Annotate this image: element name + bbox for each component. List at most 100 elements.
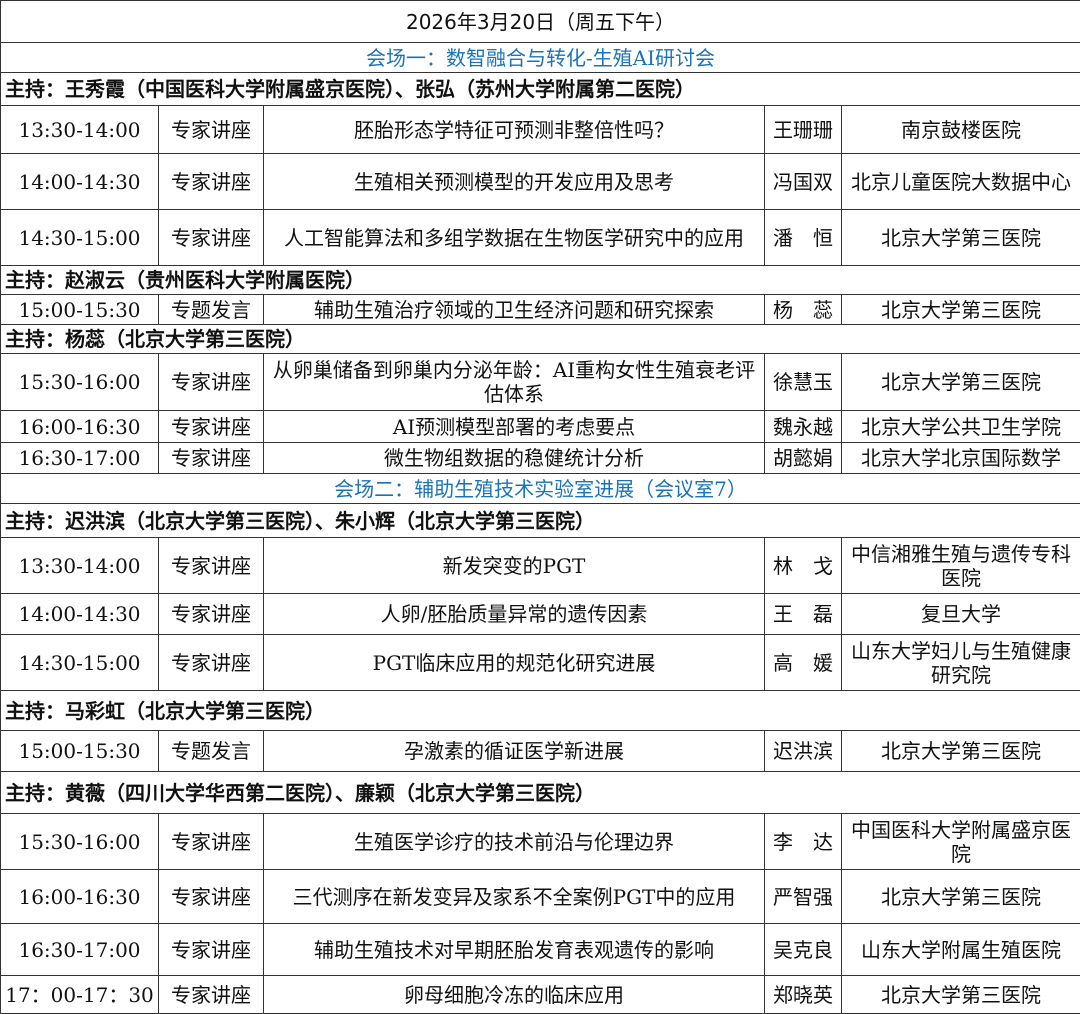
session-type: 专家讲座 bbox=[159, 154, 264, 210]
venue-row: 会场一：数智融合与转化-生殖AI研讨会 bbox=[1, 43, 1080, 73]
speaker-institution: 北京大学第三医院 bbox=[842, 870, 1080, 924]
talk-topic: 胚胎形态学特征可预测非整倍性吗？ bbox=[264, 106, 765, 154]
talk-topic: 生殖相关预测模型的开发应用及思考 bbox=[264, 154, 765, 210]
talk-topic: 辅助生殖技术对早期胚胎发育表观遗传的影响 bbox=[264, 924, 765, 976]
session-type: 专家讲座 bbox=[159, 443, 264, 474]
session-host: 主持：杨蕊（北京大学第三医院） bbox=[1, 325, 1080, 354]
speaker-institution: 北京大学第三医院 bbox=[842, 731, 1080, 772]
talk-topic: 新发突变的PGT bbox=[264, 538, 765, 594]
schedule-table: 2026年3月20日（周五下午） 会场一：数智融合与转化-生殖AI研讨会主持：王… bbox=[0, 0, 1080, 1014]
talk-topic: 人工智能算法和多组学数据在生物医学研究中的应用 bbox=[264, 210, 765, 266]
talk-topic: 孕激素的循证医学新进展 bbox=[264, 731, 765, 772]
speaker-name: 徐慧玉 bbox=[765, 354, 842, 411]
session-time: 14:00-14:30 bbox=[1, 154, 159, 210]
speaker-name: 冯国双 bbox=[765, 154, 842, 210]
table-row: 14:30-15:00专家讲座PGT临床应用的规范化研究进展高 媛山东大学妇儿与… bbox=[1, 635, 1080, 691]
table-row: 13:30-14:00专家讲座新发突变的PGT林 戈中信湘雅生殖与遗传专科医院 bbox=[1, 538, 1080, 594]
speaker-institution: 北京大学北京国际数学 bbox=[842, 443, 1080, 474]
speaker-name: 潘 恒 bbox=[765, 210, 842, 266]
session-type: 专家讲座 bbox=[159, 814, 264, 870]
session-time: 15:30-16:00 bbox=[1, 814, 159, 870]
speaker-institution: 山东大学附属生殖医院 bbox=[842, 924, 1080, 976]
session-time: 16:00-16:30 bbox=[1, 411, 159, 443]
date-row: 2026年3月20日（周五下午） bbox=[1, 1, 1080, 43]
session-time: 15:00-15:30 bbox=[1, 731, 159, 772]
table-row: 15:30-16:00专家讲座从卵巢储备到卵巢内分泌年龄：AI重构女性生殖衰老评… bbox=[1, 354, 1080, 411]
session-host: 主持：王秀霞（中国医科大学附属盛京医院）、张弘（苏州大学附属第二医院） bbox=[1, 73, 1080, 106]
session-time: 14:00-14:30 bbox=[1, 594, 159, 635]
session-time: 15:00-15:30 bbox=[1, 295, 159, 325]
session-time: 13:30-14:00 bbox=[1, 538, 159, 594]
session-host: 主持：马彩虹（北京大学第三医院） bbox=[1, 691, 1080, 731]
speaker-institution: 南京鼓楼医院 bbox=[842, 106, 1080, 154]
session-type: 专家讲座 bbox=[159, 635, 264, 691]
talk-topic: 微生物组数据的稳健统计分析 bbox=[264, 443, 765, 474]
speaker-name: 郑晓英 bbox=[765, 976, 842, 1014]
table-row: 15:00-15:30专题发言孕激素的循证医学新进展迟洪滨北京大学第三医院 bbox=[1, 731, 1080, 772]
table-row: 16:30-17:00专家讲座微生物组数据的稳健统计分析胡懿娟北京大学北京国际数… bbox=[1, 443, 1080, 474]
speaker-name: 吴克良 bbox=[765, 924, 842, 976]
session-type: 专家讲座 bbox=[159, 106, 264, 154]
venue-title: 会场一：数智融合与转化-生殖AI研讨会 bbox=[1, 43, 1080, 73]
session-type: 专家讲座 bbox=[159, 411, 264, 443]
speaker-name: 迟洪滨 bbox=[765, 731, 842, 772]
table-row: 15:30-16:00专家讲座生殖医学诊疗的技术前沿与伦理边界李 达中国医科大学… bbox=[1, 814, 1080, 870]
talk-topic: 生殖医学诊疗的技术前沿与伦理边界 bbox=[264, 814, 765, 870]
table-row: 15:00-15:30专题发言辅助生殖治疗领域的卫生经济问题和研究探索杨 蕊北京… bbox=[1, 295, 1080, 325]
talk-topic: 从卵巢储备到卵巢内分泌年龄：AI重构女性生殖衰老评估体系 bbox=[264, 354, 765, 411]
session-time: 17：00-17：30 bbox=[1, 976, 159, 1014]
speaker-name: 李 达 bbox=[765, 814, 842, 870]
session-time: 13:30-14:00 bbox=[1, 106, 159, 154]
table-row: 14:30-15:00专家讲座人工智能算法和多组学数据在生物医学研究中的应用潘 … bbox=[1, 210, 1080, 266]
host-row: 主持：马彩虹（北京大学第三医院） bbox=[1, 691, 1080, 731]
session-type: 专家讲座 bbox=[159, 976, 264, 1014]
host-row: 主持：杨蕊（北京大学第三医院） bbox=[1, 325, 1080, 354]
session-type: 专家讲座 bbox=[159, 210, 264, 266]
session-type: 专家讲座 bbox=[159, 924, 264, 976]
speaker-name: 王珊珊 bbox=[765, 106, 842, 154]
talk-topic: PGT临床应用的规范化研究进展 bbox=[264, 635, 765, 691]
table-row: 13:30-14:00专家讲座胚胎形态学特征可预测非整倍性吗？王珊珊南京鼓楼医院 bbox=[1, 106, 1080, 154]
talk-topic: 人卵/胚胎质量异常的遗传因素 bbox=[264, 594, 765, 635]
host-row: 主持：迟洪滨（北京大学第三医院）、朱小辉（北京大学第三医院） bbox=[1, 504, 1080, 538]
date-header: 2026年3月20日（周五下午） bbox=[1, 1, 1080, 43]
session-time: 16:00-16:30 bbox=[1, 870, 159, 924]
talk-topic: 三代测序在新发变异及家系不全案例PGT中的应用 bbox=[264, 870, 765, 924]
speaker-institution: 北京儿童医院大数据中心 bbox=[842, 154, 1080, 210]
session-host: 主持：黄薇（四川大学华西第二医院）、廉颖（北京大学第三医院） bbox=[1, 772, 1080, 814]
host-row: 主持：赵淑云（贵州医科大学附属医院） bbox=[1, 266, 1080, 295]
speaker-institution: 复旦大学 bbox=[842, 594, 1080, 635]
table-row: 14:00-14:30专家讲座人卵/胚胎质量异常的遗传因素王 磊复旦大学 bbox=[1, 594, 1080, 635]
session-type: 专题发言 bbox=[159, 731, 264, 772]
speaker-institution: 北京大学第三医院 bbox=[842, 354, 1080, 411]
session-time: 16:30-17:00 bbox=[1, 924, 159, 976]
speaker-institution: 北京大学公共卫生学院 bbox=[842, 411, 1080, 443]
speaker-institution: 中国医科大学附属盛京医院 bbox=[842, 814, 1080, 870]
speaker-name: 胡懿娟 bbox=[765, 443, 842, 474]
table-row: 16:30-17:00专家讲座辅助生殖技术对早期胚胎发育表观遗传的影响吴克良山东… bbox=[1, 924, 1080, 976]
session-type: 专家讲座 bbox=[159, 354, 264, 411]
session-type: 专家讲座 bbox=[159, 538, 264, 594]
speaker-institution: 北京大学第三医院 bbox=[842, 295, 1080, 325]
speaker-name: 严智强 bbox=[765, 870, 842, 924]
session-host: 主持：迟洪滨（北京大学第三医院）、朱小辉（北京大学第三医院） bbox=[1, 504, 1080, 538]
session-type: 专家讲座 bbox=[159, 594, 264, 635]
speaker-name: 魏永越 bbox=[765, 411, 842, 443]
table-row: 17：00-17：30专家讲座卵母细胞冷冻的临床应用郑晓英北京大学第三医院 bbox=[1, 976, 1080, 1014]
speaker-institution: 中信湘雅生殖与遗传专科医院 bbox=[842, 538, 1080, 594]
speaker-name: 林 戈 bbox=[765, 538, 842, 594]
session-time: 14:30-15:00 bbox=[1, 210, 159, 266]
speaker-name: 高 媛 bbox=[765, 635, 842, 691]
speaker-institution: 山东大学妇儿与生殖健康研究院 bbox=[842, 635, 1080, 691]
talk-topic: AI预测模型部署的考虑要点 bbox=[264, 411, 765, 443]
session-time: 14:30-15:00 bbox=[1, 635, 159, 691]
session-type: 专题发言 bbox=[159, 295, 264, 325]
speaker-institution: 北京大学第三医院 bbox=[842, 210, 1080, 266]
speaker-name: 王 磊 bbox=[765, 594, 842, 635]
host-row: 主持：王秀霞（中国医科大学附属盛京医院）、张弘（苏州大学附属第二医院） bbox=[1, 73, 1080, 106]
session-time: 16:30-17:00 bbox=[1, 443, 159, 474]
talk-topic: 辅助生殖治疗领域的卫生经济问题和研究探索 bbox=[264, 295, 765, 325]
talk-topic: 卵母细胞冷冻的临床应用 bbox=[264, 976, 765, 1014]
table-row: 14:00-14:30专家讲座生殖相关预测模型的开发应用及思考冯国双北京儿童医院… bbox=[1, 154, 1080, 210]
table-row: 16:00-16:30专家讲座AI预测模型部署的考虑要点魏永越北京大学公共卫生学… bbox=[1, 411, 1080, 443]
